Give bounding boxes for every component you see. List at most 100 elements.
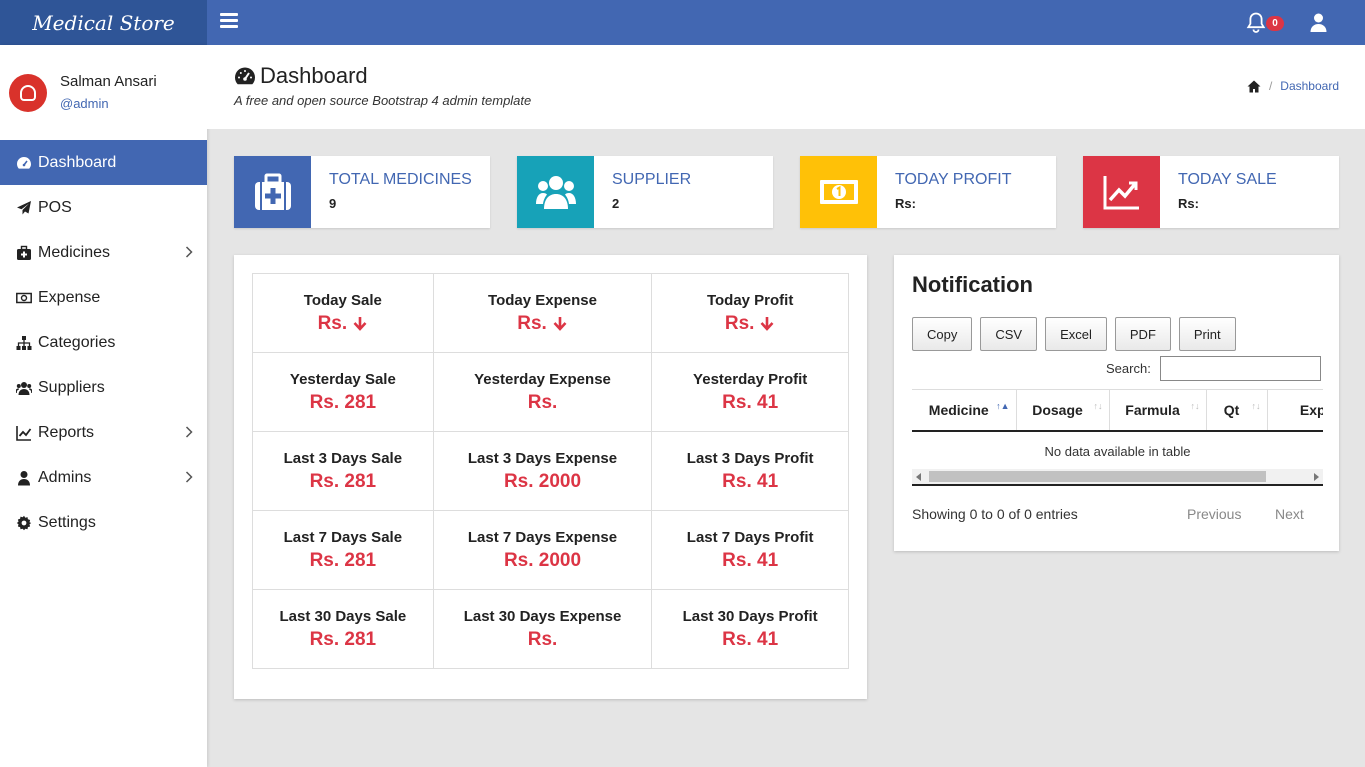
home-icon[interactable] bbox=[1247, 80, 1261, 93]
stats-cell: Yesterday Profit Rs. 41 bbox=[651, 352, 849, 432]
card-icon-box bbox=[1083, 156, 1160, 228]
stat-label: Yesterday Profit bbox=[693, 370, 808, 388]
stat-label: Today Profit bbox=[706, 291, 794, 309]
card-title: TODAY SALE bbox=[1178, 171, 1277, 188]
stats-cell: Last 7 Days Expense Rs. 2000 bbox=[432, 510, 653, 590]
empty-table-message: No data available in table bbox=[1044, 443, 1191, 459]
breadcrumb-dashboard-link[interactable]: Dashboard bbox=[1280, 79, 1339, 93]
dashboard-icon bbox=[15, 154, 32, 171]
sidebar-item-label: Categories bbox=[38, 333, 116, 351]
column-label: Dosage bbox=[1032, 401, 1083, 418]
stat-card-total-medicines[interactable]: TOTAL MEDICINES 9 bbox=[234, 156, 490, 228]
stat-value-text: Rs. 281 bbox=[309, 391, 377, 413]
csv-button[interactable]: CSV bbox=[980, 317, 1038, 351]
stats-cell: Last 3 Days Profit Rs. 41 bbox=[651, 431, 849, 511]
user-icon[interactable] bbox=[1310, 13, 1327, 32]
page-title-text: Dashboard bbox=[260, 63, 368, 88]
user-icon bbox=[15, 469, 32, 486]
menu-toggle-icon[interactable] bbox=[220, 13, 238, 29]
scroll-right-arrow-icon[interactable] bbox=[1314, 473, 1319, 481]
pdf-button[interactable]: PDF bbox=[1114, 317, 1171, 351]
stats-cell: Today Profit Rs. bbox=[651, 273, 849, 353]
table-info: Showing 0 to 0 of 0 entries bbox=[912, 506, 1078, 522]
stat-value: Rs. 41 bbox=[722, 471, 778, 493]
scrollbar-thumb[interactable] bbox=[929, 471, 1266, 482]
stats-row: Today Sale Rs. Today Expense Rs. Today Profi… bbox=[252, 273, 849, 353]
stat-value-text: Rs. 41 bbox=[722, 391, 779, 413]
arrow-down-icon bbox=[760, 316, 774, 331]
money-icon bbox=[15, 289, 32, 306]
stats-row: Last 7 Days Sale Rs. 281 Last 7 Days Expen… bbox=[252, 510, 849, 590]
stat-value: Rs. 2000 bbox=[504, 471, 581, 493]
column-header-dosage[interactable]: Dosage ↑↓ bbox=[1015, 389, 1109, 432]
avatar[interactable] bbox=[9, 74, 47, 112]
copy-button[interactable]: Copy bbox=[912, 317, 973, 351]
stats-cell: Last 30 Days Sale Rs. 281 bbox=[252, 589, 434, 669]
users-icon bbox=[535, 176, 576, 209]
stats-row: Yesterday Sale Rs. 281 Yesterday Expense Rs… bbox=[252, 352, 849, 432]
column-header-farmula[interactable]: Farmula ↑↓ bbox=[1108, 389, 1206, 432]
stat-label: Last 3 Days Sale bbox=[283, 449, 403, 467]
column-header-medicine[interactable]: Medicine ↑▲ bbox=[912, 389, 1016, 432]
stat-label: Last 7 Days Expense bbox=[467, 528, 618, 546]
sidebar-item-settings[interactable]: Settings bbox=[0, 500, 207, 545]
scroll-left-arrow-icon[interactable] bbox=[916, 473, 921, 481]
stats-row: Last 30 Days Sale Rs. 281 Last 30 Days Exp… bbox=[252, 589, 849, 669]
column-label: Exp.D bbox=[1299, 401, 1323, 418]
stat-label: Last 30 Days Profit bbox=[682, 607, 818, 625]
sidebar-item-medicines[interactable]: Medicines bbox=[0, 230, 207, 275]
sidebar-item-label: Reports bbox=[38, 423, 95, 441]
excel-button[interactable]: Excel bbox=[1045, 317, 1107, 351]
gear-icon bbox=[15, 514, 32, 531]
user-profile: Salman Ansari @admin bbox=[0, 45, 207, 140]
horizontal-scrollbar[interactable] bbox=[912, 469, 1323, 484]
sidebar-nav: Dashboard POS Medicines Expense Categori… bbox=[0, 140, 207, 545]
search-input[interactable] bbox=[1160, 356, 1321, 381]
stat-card-today-profit[interactable]: TODAY PROFIT Rs: bbox=[800, 156, 1056, 228]
stat-value: Rs. 281 bbox=[310, 392, 377, 414]
column-label: Qt bbox=[1223, 401, 1240, 418]
sort-asc-icon: ↑▲ bbox=[996, 401, 1010, 411]
previous-page-button[interactable]: Previous bbox=[1187, 506, 1241, 522]
sidebar-item-admins[interactable]: Admins bbox=[0, 455, 207, 500]
stat-card-today-sale[interactable]: TODAY SALE Rs: bbox=[1083, 156, 1339, 228]
page-header: Dashboard A free and open source Bootstr… bbox=[207, 45, 1365, 129]
stat-value-text: Rs. bbox=[724, 312, 755, 334]
profile-name: Salman Ansari bbox=[60, 73, 157, 90]
notification-count-badge: 0 bbox=[1266, 16, 1284, 31]
stat-value: Rs. 2000 bbox=[504, 550, 581, 572]
stat-value: Rs. bbox=[517, 313, 568, 335]
sidebar-item-reports[interactable]: Reports bbox=[0, 410, 207, 455]
stat-card-supplier[interactable]: SUPPLIER 2 bbox=[517, 156, 773, 228]
next-page-button[interactable]: Next bbox=[1275, 506, 1304, 522]
card-title: TOTAL MEDICINES bbox=[329, 171, 472, 188]
stats-cell: Last 3 Days Expense Rs. 2000 bbox=[432, 431, 653, 511]
sidebar-item-suppliers[interactable]: Suppliers bbox=[0, 365, 207, 410]
stat-label: Last 7 Days Profit bbox=[686, 528, 814, 546]
arrow-down-icon bbox=[553, 316, 567, 331]
breadcrumb: / Dashboard bbox=[1247, 79, 1339, 93]
dashboard-icon bbox=[235, 67, 255, 85]
money-icon bbox=[819, 180, 858, 204]
paper-plane-icon bbox=[15, 199, 32, 216]
bell-icon[interactable] bbox=[1246, 12, 1266, 34]
sidebar-item-pos[interactable]: POS bbox=[0, 185, 207, 230]
stats-cell: Yesterday Expense Rs. bbox=[432, 352, 653, 432]
stats-cell: Yesterday Sale Rs. 281 bbox=[252, 352, 434, 432]
column-header-qt[interactable]: Qt ↑↓ bbox=[1205, 389, 1267, 432]
stats-cell: Today Expense Rs. bbox=[432, 273, 653, 353]
column-header-exp-date[interactable]: Exp.D bbox=[1266, 389, 1323, 432]
brand-logo[interactable]: Medical Store bbox=[0, 0, 207, 45]
medkit-icon bbox=[254, 173, 291, 210]
card-title: TODAY PROFIT bbox=[895, 171, 1012, 188]
stat-value-text: Rs. 41 bbox=[722, 628, 779, 650]
sidebar-item-expense[interactable]: Expense bbox=[0, 275, 207, 320]
sidebar-item-label: Medicines bbox=[38, 243, 111, 261]
sidebar-item-categories[interactable]: Categories bbox=[0, 320, 207, 365]
sidebar-item-label: Settings bbox=[38, 513, 96, 531]
print-button[interactable]: Print bbox=[1178, 317, 1236, 351]
medkit-icon bbox=[15, 244, 32, 261]
sidebar-item-dashboard[interactable]: Dashboard bbox=[0, 140, 207, 185]
stats-row: Last 3 Days Sale Rs. 281 Last 3 Days Expen… bbox=[252, 431, 849, 511]
stats-cell: Today Sale Rs. bbox=[252, 273, 434, 353]
